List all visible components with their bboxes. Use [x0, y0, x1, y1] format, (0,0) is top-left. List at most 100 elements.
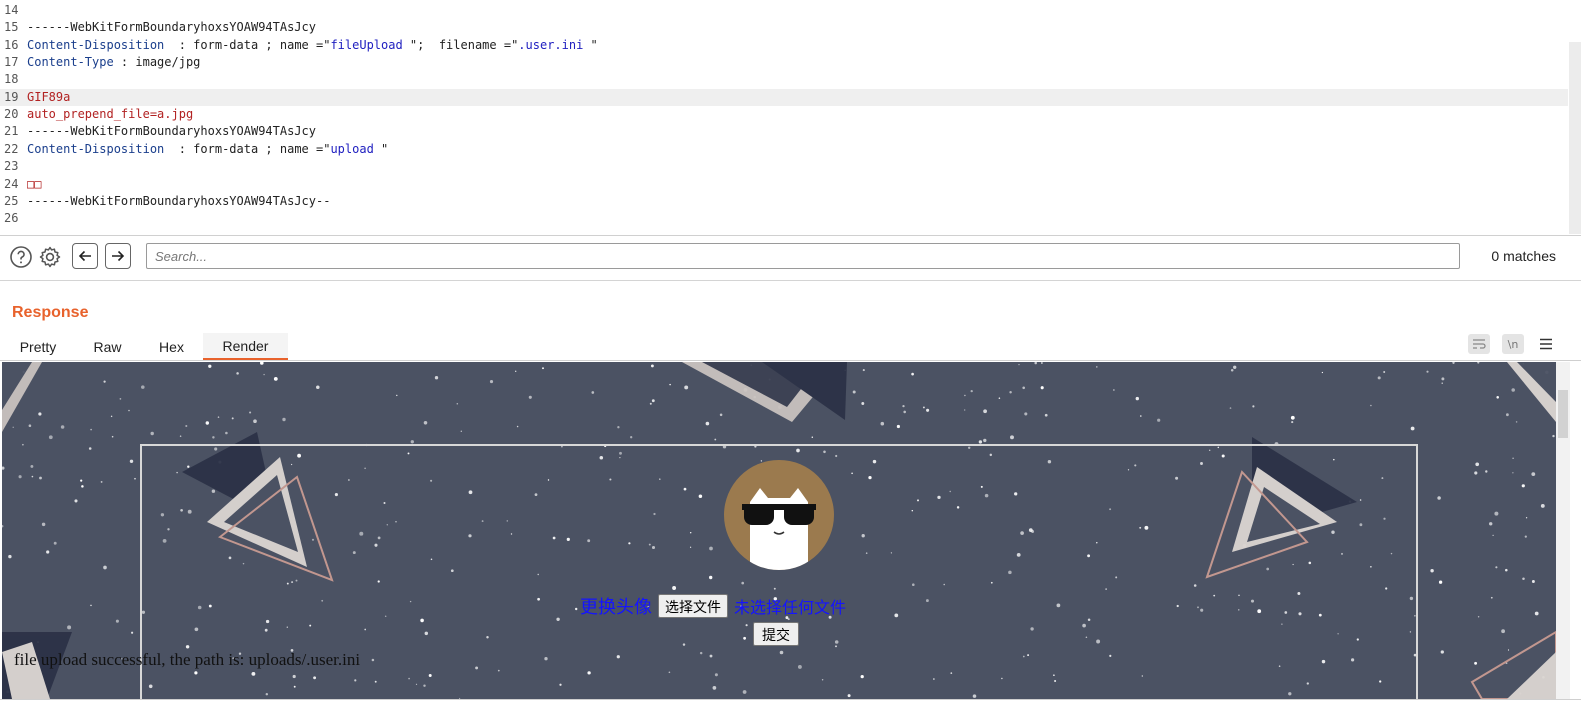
- code-line[interactable]: 26: [0, 210, 1568, 227]
- star: [1452, 362, 1455, 364]
- code-line[interactable]: 23: [0, 158, 1568, 175]
- render-scrollbar[interactable]: [1556, 362, 1570, 699]
- star: [1290, 415, 1295, 420]
- code-line[interactable]: 18: [0, 71, 1568, 88]
- previous-match-button[interactable]: [72, 243, 98, 269]
- star: [263, 373, 265, 376]
- star: [249, 411, 252, 414]
- choose-file-button[interactable]: 选择文件: [658, 594, 728, 618]
- code-token: ": [373, 141, 389, 156]
- code-line[interactable]: 14: [0, 2, 1568, 19]
- gear-icon[interactable]: [37, 244, 63, 270]
- divider: [0, 235, 1581, 236]
- submit-button[interactable]: 提交: [753, 622, 799, 646]
- code-line[interactable]: 16 Content-Disposition : form-data ; name…: [0, 37, 1568, 54]
- code-line[interactable]: 17 Content-Type : image/jpg: [0, 54, 1568, 71]
- star: [1531, 472, 1536, 476]
- no-file-label: 未选择任何文件: [734, 600, 847, 617]
- code-text: □□: [27, 176, 41, 193]
- star: [185, 424, 188, 428]
- star: [1157, 418, 1161, 422]
- tab-hex[interactable]: Hex: [144, 333, 199, 360]
- star: [2, 466, 5, 470]
- star: [208, 364, 212, 368]
- star: [103, 565, 107, 570]
- code-line[interactable]: 15 ------WebKitFormBoundaryhoxsYOAW94TAsJ…: [0, 19, 1568, 36]
- star: [456, 402, 459, 405]
- star: [922, 406, 925, 409]
- search-bar: 0 matches: [0, 238, 1581, 278]
- star: [128, 409, 130, 412]
- star: [684, 385, 689, 390]
- star: [38, 412, 42, 416]
- help-icon[interactable]: [8, 244, 34, 270]
- code-line[interactable]: 19 GIF89a: [0, 88, 1568, 106]
- search-input[interactable]: [146, 243, 1460, 269]
- request-editor[interactable]: 14 15 ------WebKitFormBoundaryhoxsYOAW94TA…: [0, 0, 1581, 236]
- newline-icon[interactable]: \n: [1502, 334, 1524, 354]
- star: [129, 459, 134, 464]
- line-number: 15: [4, 20, 19, 35]
- code-line[interactable]: 20 auto_prepend_file=a.jpg: [0, 106, 1568, 123]
- star: [970, 389, 973, 393]
- code-line[interactable]: 25 ------WebKitFormBoundaryhoxsYOAW94TAsJ…: [0, 193, 1568, 210]
- star: [1488, 522, 1493, 526]
- line-number: 24: [4, 176, 19, 191]
- menu-icon[interactable]: [1535, 334, 1557, 354]
- star: [1291, 421, 1294, 424]
- scrollbar-thumb[interactable]: [1558, 390, 1568, 438]
- star: [1525, 517, 1528, 519]
- tab-render[interactable]: Render: [203, 333, 288, 361]
- code-line[interactable]: 21 ------WebKitFormBoundaryhoxsYOAW94TAsJ…: [0, 123, 1568, 140]
- star: [460, 430, 462, 432]
- star: [1474, 471, 1478, 475]
- star: [1230, 369, 1234, 372]
- star: [31, 475, 34, 478]
- next-match-button[interactable]: [105, 243, 131, 269]
- star: [18, 475, 22, 479]
- line-number: 20: [4, 107, 19, 122]
- star: [1018, 363, 1020, 366]
- star: [1040, 386, 1044, 390]
- arrow-right-icon: [112, 250, 125, 262]
- tab-raw[interactable]: Raw: [80, 333, 135, 360]
- star: [926, 408, 930, 412]
- star: [1113, 389, 1115, 391]
- line-number: 26: [4, 211, 19, 226]
- star: [41, 522, 46, 527]
- star: [1096, 366, 1098, 368]
- change-avatar-label: 更换头像: [580, 597, 652, 617]
- tab-pretty[interactable]: Pretty: [8, 333, 68, 360]
- star: [1440, 650, 1444, 654]
- star: [1534, 611, 1539, 616]
- match-count: 0 matches: [1491, 248, 1556, 264]
- editor-scrollbar[interactable]: [1569, 42, 1581, 234]
- star: [1495, 566, 1498, 569]
- star: [1494, 511, 1499, 516]
- star: [134, 477, 136, 480]
- star: [1044, 413, 1048, 417]
- star: [273, 376, 278, 381]
- star: [1521, 484, 1525, 488]
- star: [630, 436, 633, 439]
- star: [1024, 412, 1028, 416]
- star: [103, 380, 106, 383]
- code-line[interactable]: 22 Content-Disposition : form-data ; name…: [0, 141, 1568, 158]
- star: [528, 395, 532, 399]
- star: [1477, 616, 1480, 618]
- code-token: : image/jpg: [113, 55, 201, 70]
- star: [669, 383, 671, 386]
- star: [423, 421, 428, 425]
- code-token: GIF89a: [27, 89, 71, 104]
- star: [60, 425, 65, 429]
- star: [1377, 376, 1381, 380]
- divider: [0, 280, 1581, 281]
- star: [236, 372, 239, 375]
- star: [1496, 396, 1499, 399]
- code-line[interactable]: 24 □□: [0, 176, 1568, 193]
- code-token: □□: [27, 176, 42, 191]
- star: [131, 631, 134, 634]
- star: [1022, 386, 1025, 390]
- code-token: ------WebKitFormBoundaryhoxsYOAW94TAsJcy: [27, 20, 316, 35]
- wrap-icon[interactable]: [1468, 334, 1490, 354]
